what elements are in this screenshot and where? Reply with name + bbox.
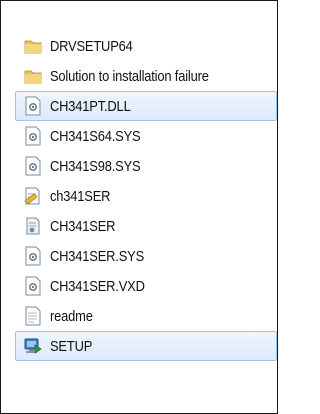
file-item-solution-folder[interactable]: Solution to installation failure (15, 61, 277, 91)
file-item-readme[interactable]: readme (15, 301, 277, 331)
file-name: CH341SER.SYS (50, 247, 145, 265)
file-item-ch341ser-cat[interactable]: CH341SER (15, 211, 277, 241)
folder-icon (23, 65, 43, 87)
security-catalog-icon (23, 215, 43, 237)
file-item-ch341pt-dll[interactable]: CH341PT.DLL (15, 91, 277, 121)
setup-application-icon (23, 335, 43, 357)
file-item-setup[interactable]: SETUP (15, 331, 277, 361)
file-name: readme (50, 307, 93, 325)
file-name: Solution to installation failure (50, 67, 209, 85)
file-name: CH341SER.VXD (50, 277, 145, 295)
system-file-icon (23, 275, 43, 297)
system-file-icon (23, 125, 43, 147)
file-list: DRVSETUP64 Solution to installation fail… (15, 31, 277, 361)
file-item-ch341ser-inf[interactable]: ch341SER (15, 181, 277, 211)
file-name: CH341SER (50, 217, 116, 235)
file-item-ch341ser-vxd[interactable]: CH341SER.VXD (15, 271, 277, 301)
system-file-icon (23, 155, 43, 177)
setup-information-icon (23, 185, 43, 207)
file-name: ch341SER (50, 187, 111, 205)
file-item-drvsetup64[interactable]: DRVSETUP64 (15, 31, 277, 61)
file-item-ch341ser-sys[interactable]: CH341SER.SYS (15, 241, 277, 271)
file-name: CH341S98.SYS (50, 157, 141, 175)
file-name: CH341PT.DLL (50, 97, 131, 115)
file-name: DRVSETUP64 (50, 37, 133, 55)
file-name: CH341S64.SYS (50, 127, 141, 145)
system-file-icon (23, 245, 43, 267)
file-name: SETUP (50, 337, 93, 355)
file-list-pane: DRVSETUP64 Solution to installation fail… (0, 0, 278, 414)
system-file-icon (23, 95, 43, 117)
text-document-icon (23, 305, 43, 327)
file-item-ch341s98-sys[interactable]: CH341S98.SYS (15, 151, 277, 181)
folder-icon (23, 35, 43, 57)
file-item-ch341s64-sys[interactable]: CH341S64.SYS (15, 121, 277, 151)
